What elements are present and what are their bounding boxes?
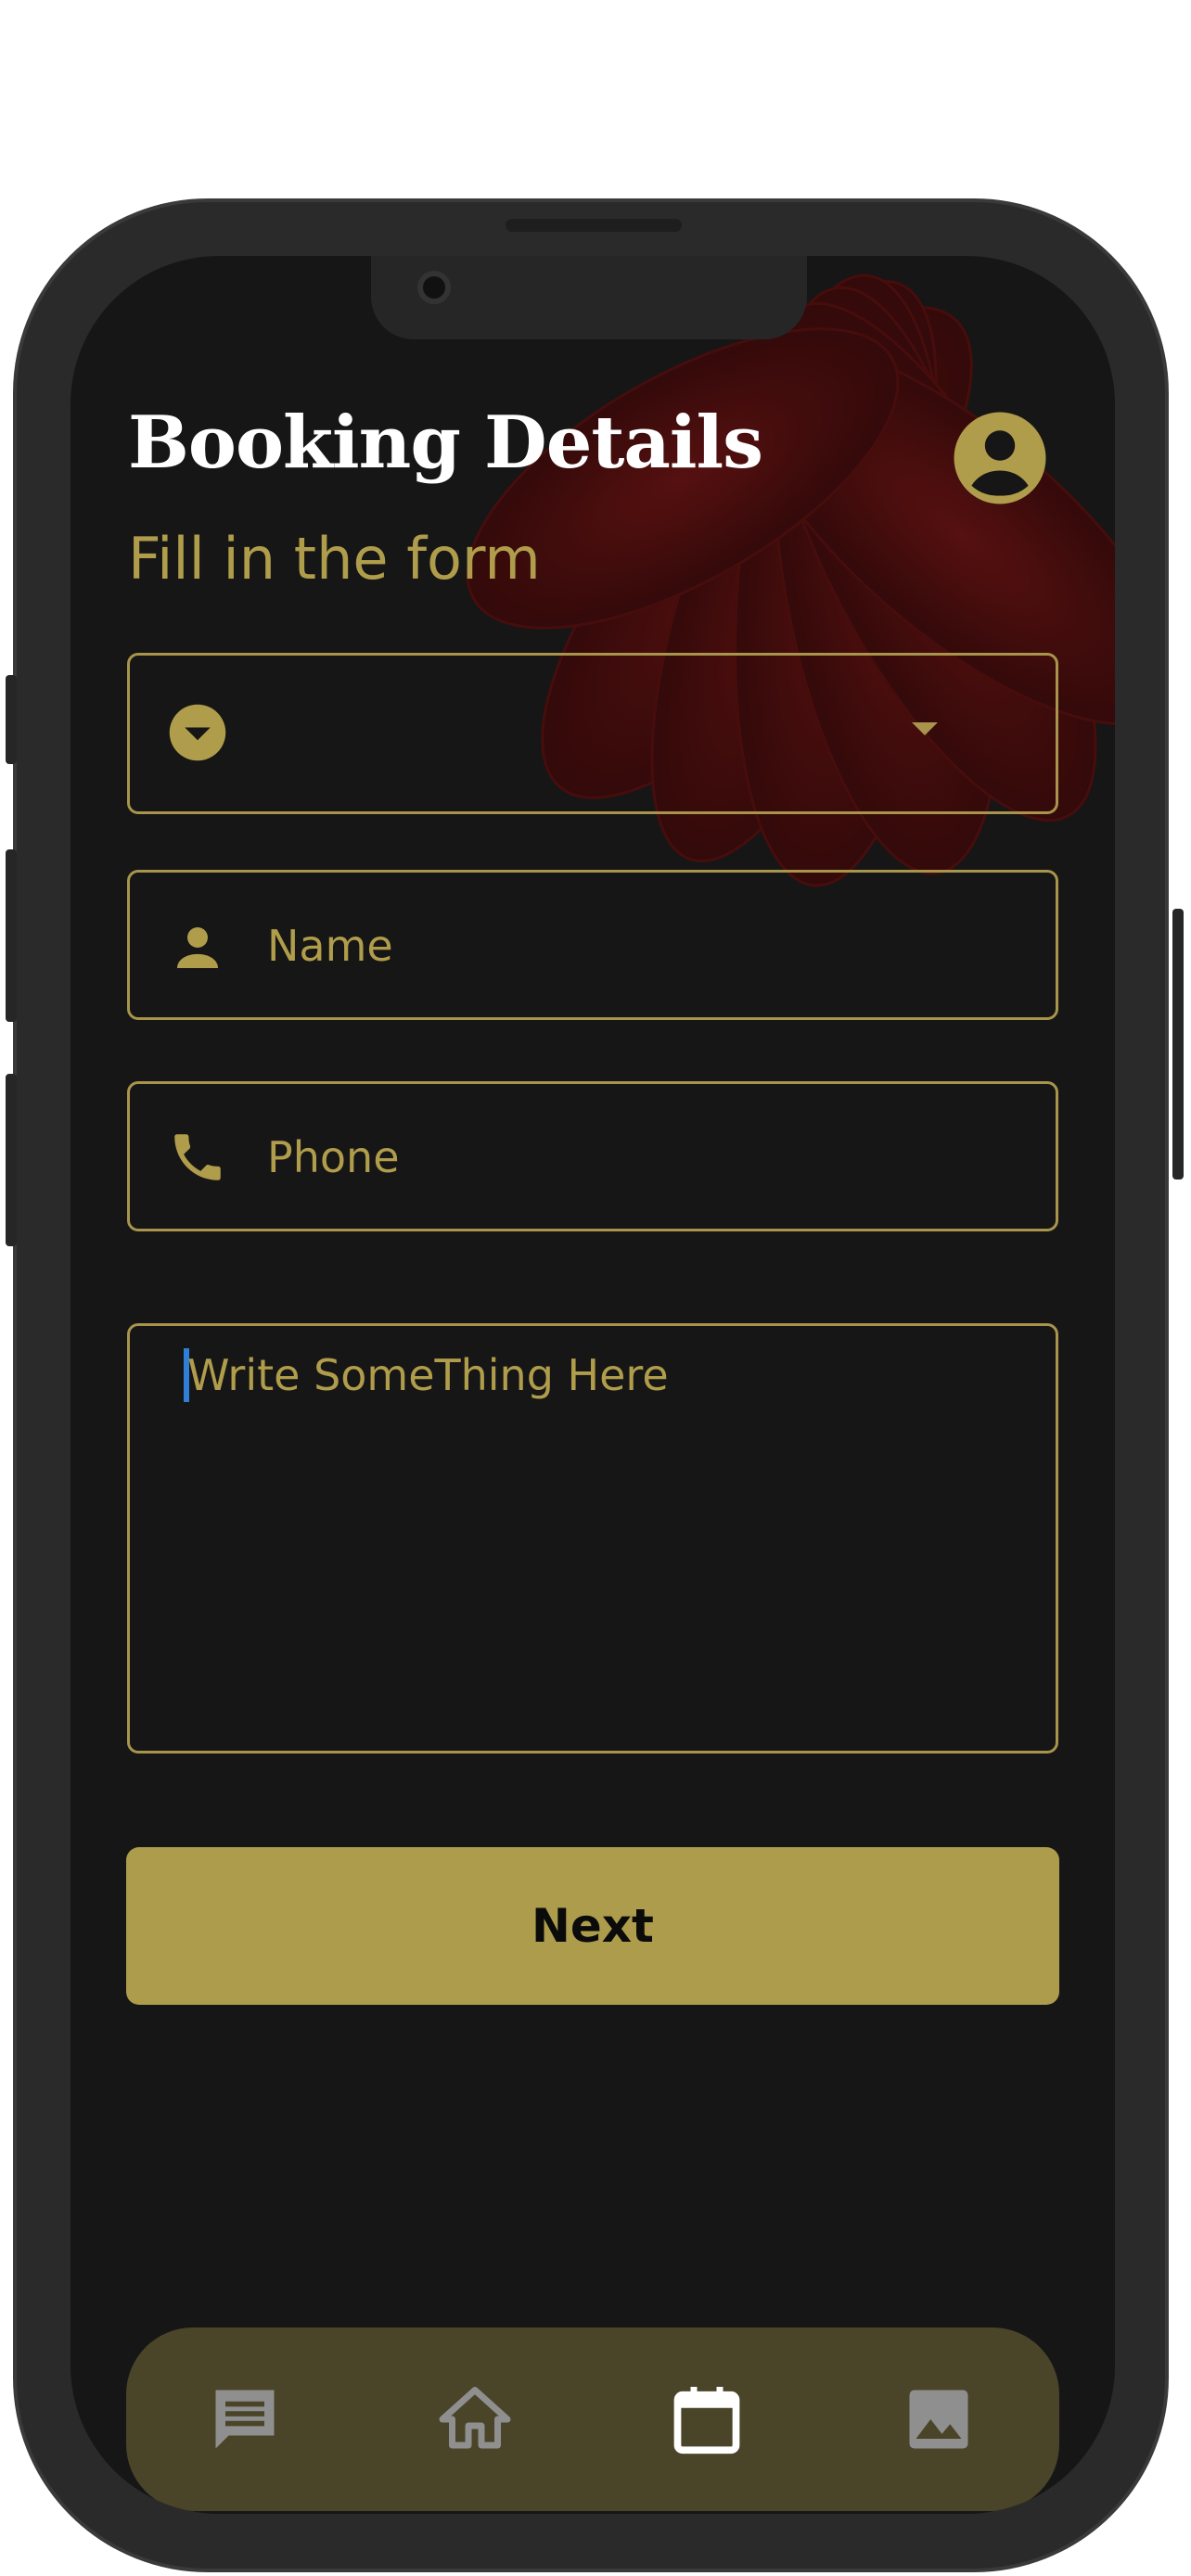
phone-icon (174, 1134, 221, 1180)
message-textarea[interactable]: Write SomeThing Here (127, 1323, 1058, 1753)
app-screen: Booking Details Fill in the form Name Ph… (70, 256, 1115, 2514)
message-placeholder: Write SomeThing Here (187, 1350, 669, 1400)
image-icon[interactable] (900, 2380, 978, 2458)
dropdown-circle-icon (169, 704, 226, 761)
page-title: Booking Details (128, 401, 763, 485)
person-icon (177, 927, 218, 968)
phone-placeholder: Phone (267, 1132, 400, 1182)
front-camera (417, 271, 451, 304)
phone-side-button (1172, 909, 1184, 1180)
phone-speaker (506, 219, 682, 232)
chevron-down-icon (912, 722, 938, 735)
home-icon[interactable] (436, 2380, 514, 2458)
message-icon[interactable] (206, 2380, 284, 2458)
account-circle-icon[interactable] (950, 408, 1050, 508)
name-placeholder: Name (267, 921, 393, 971)
phone-side-button (6, 675, 17, 764)
page-subtitle: Fill in the form (128, 525, 541, 593)
bottom-navigation (126, 2327, 1059, 2511)
phone-side-button (6, 849, 17, 1022)
phone-side-button (6, 1074, 17, 1246)
name-field[interactable]: Name (127, 870, 1058, 1020)
next-button[interactable]: Next (126, 1847, 1059, 2005)
phone-field[interactable]: Phone (127, 1081, 1058, 1231)
category-dropdown[interactable] (127, 653, 1058, 814)
calendar-icon[interactable] (668, 2380, 746, 2458)
